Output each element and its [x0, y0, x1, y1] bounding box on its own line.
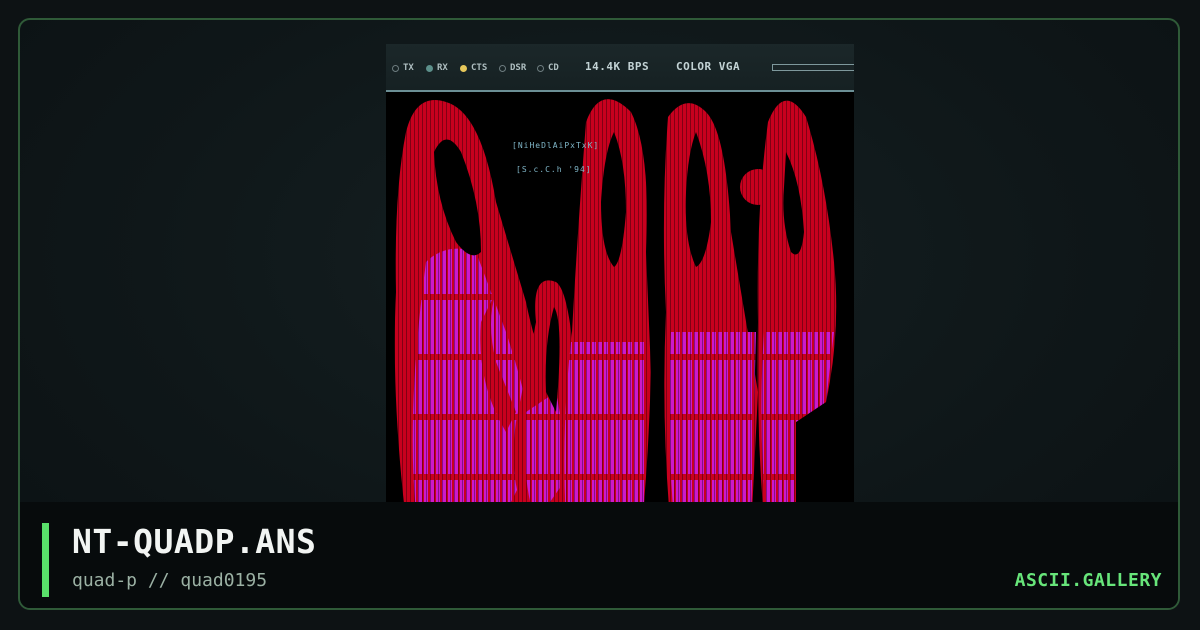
rx-indicator: RX	[426, 62, 448, 74]
author-line: quad-p // quad0195	[72, 570, 268, 591]
led-icon	[499, 64, 506, 72]
display-mode: COLOR VGA	[676, 60, 741, 73]
cd-label: CD	[548, 63, 559, 73]
terminal-status-bar: TX RX CTS DSR CD 14.4K BPS COLOR VGA	[386, 44, 854, 92]
transfer-progress-bar	[772, 64, 854, 71]
tx-label: TX	[403, 63, 414, 73]
cd-indicator: CD	[537, 62, 559, 74]
cts-indicator: CTS	[460, 62, 487, 74]
baud-rate: 14.4K BPS	[585, 60, 650, 73]
ansi-artwork: [NiHeDlAiPxTxK] [S.c.C.h '94]	[386, 92, 854, 520]
rx-label: RX	[437, 63, 448, 73]
led-icon	[537, 64, 544, 72]
group-tag: [S.c.C.h '94]	[516, 165, 592, 174]
dsr-indicator: DSR	[499, 62, 526, 74]
cts-label: CTS	[471, 63, 488, 73]
card-frame: TX RX CTS DSR CD 14.4K BPS COLOR VGA [Ni…	[18, 18, 1180, 610]
led-icon	[392, 64, 399, 72]
led-icon	[460, 64, 467, 72]
artist-tag: [NiHeDlAiPxTxK]	[512, 141, 599, 150]
ansi-viewer: TX RX CTS DSR CD 14.4K BPS COLOR VGA [Ni…	[386, 44, 854, 520]
file-title: NT-QUADP.ANS	[72, 522, 317, 561]
caption-bar: NT-QUADP.ANS quad-p // quad0195 ASCII.GA…	[20, 502, 1178, 608]
dsr-label: DSR	[510, 63, 527, 73]
tx-indicator: TX	[392, 62, 414, 74]
brand-logo[interactable]: ASCII.GALLERY	[1015, 570, 1162, 591]
led-icon	[426, 64, 433, 72]
accent-bar	[42, 523, 49, 597]
